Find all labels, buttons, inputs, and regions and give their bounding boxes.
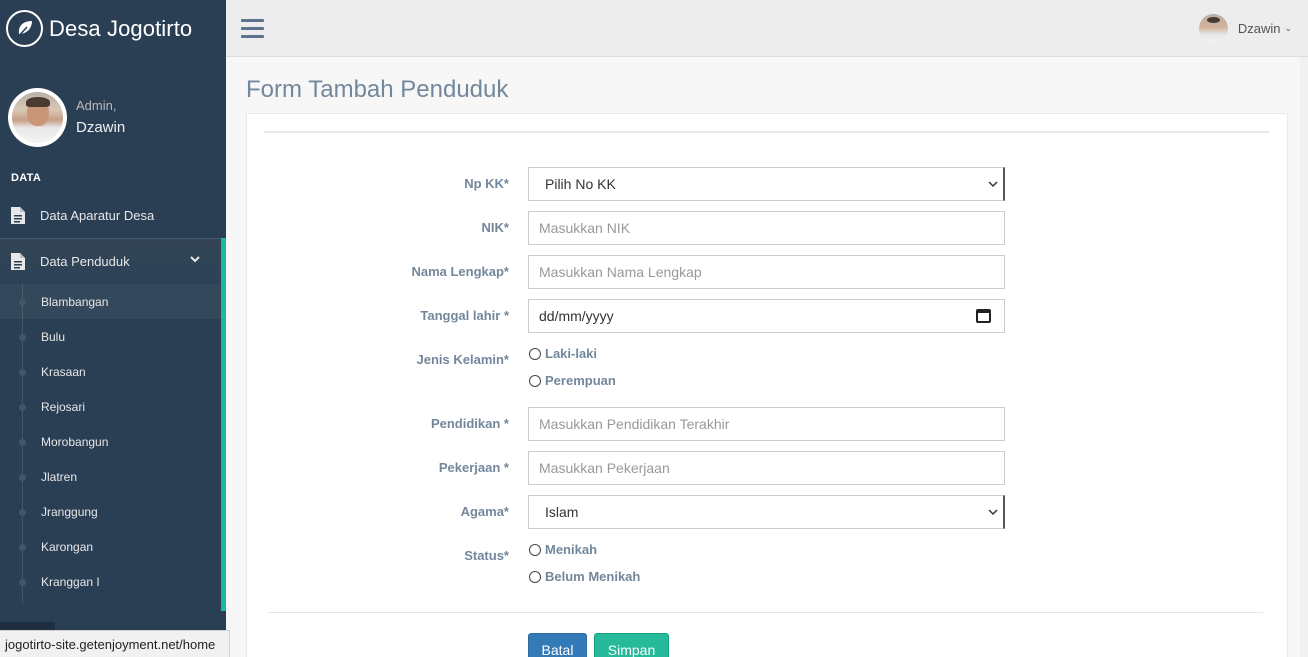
- radio-laki-laki[interactable]: Laki-laki: [529, 346, 597, 361]
- radio-menikah[interactable]: Menikah: [529, 542, 597, 557]
- sidebar-item-label: Data Penduduk: [40, 253, 130, 269]
- no-kk-select[interactable]: Pilih No KK: [528, 167, 1005, 201]
- radio-label: Menikah: [545, 542, 598, 557]
- hamburger-icon[interactable]: [241, 19, 264, 38]
- nama-lengkap-input[interactable]: Masukkan Nama Lengkap: [528, 255, 1005, 289]
- document-icon: [11, 207, 25, 224]
- chevron-down-icon: ⌄: [1284, 23, 1292, 33]
- document-icon: [11, 252, 25, 270]
- nik-input[interactable]: Masukkan NIK: [528, 211, 1005, 245]
- form-panel: Np KK* Pilih No KK NIK* Masukkan NIK Nam…: [246, 113, 1288, 657]
- nama-lengkap-label: Nama Lengkap*: [411, 264, 509, 279]
- agama-value: Islam: [545, 504, 579, 520]
- agama-label: Agama*: [460, 504, 509, 519]
- sidebar-subitem-kranggan-i[interactable]: Kranggan I: [0, 564, 221, 599]
- radio-icon[interactable]: [529, 543, 541, 556]
- panel-divider: [264, 131, 1269, 133]
- status-label: Status*: [464, 548, 509, 563]
- top-nav: Dzawin ⌄: [226, 0, 1308, 57]
- pekerjaan-label: Pekerjaan *: [438, 460, 509, 475]
- pendidikan-label: Pendidikan *: [430, 416, 509, 431]
- cancel-button[interactable]: Batal: [528, 633, 587, 657]
- calendar-icon[interactable]: [976, 309, 991, 323]
- sidebar: Desa Jogotirto Admin, Dzawin DATA Data A…: [0, 0, 226, 657]
- no-kk-label: Np KK*: [464, 176, 509, 191]
- agama-select[interactable]: Islam: [528, 495, 1005, 529]
- sidebar-subitem-morobangun[interactable]: Morobangun: [0, 424, 221, 459]
- sidebar-subitem-jranggung[interactable]: Jranggung: [0, 494, 221, 529]
- profile-name: Dzawin: [76, 119, 126, 136]
- tanggal-lahir-label: Tanggal lahir *: [420, 308, 509, 323]
- user-menu[interactable]: Dzawin ⌄: [1198, 14, 1292, 43]
- sidebar-footer: [0, 622, 55, 630]
- radio-perempuan[interactable]: Perempuan: [529, 373, 616, 388]
- radio-icon[interactable]: [529, 347, 541, 360]
- chevron-down-icon: [988, 181, 998, 188]
- pendidikan-input[interactable]: Masukkan Pendidikan Terakhir: [528, 407, 1005, 441]
- chevron-down-icon: [988, 509, 998, 516]
- leaf-icon: [6, 10, 43, 47]
- user-name: Dzawin: [1237, 21, 1281, 36]
- sidebar-subitem-blambangan[interactable]: Blambangan: [0, 284, 221, 319]
- avatar: [1198, 14, 1228, 43]
- avatar: [8, 87, 67, 147]
- save-button[interactable]: Simpan: [594, 633, 669, 657]
- radio-belum-menikah[interactable]: Belum Menikah: [529, 569, 640, 584]
- radio-label: Perempuan: [545, 373, 616, 388]
- brand-title: Desa Jogotirto: [49, 15, 193, 41]
- sidebar-section-title: DATA: [11, 172, 42, 184]
- pekerjaan-input[interactable]: Masukkan Pekerjaan: [528, 451, 1005, 485]
- submenu-data-penduduk: Blambangan Bulu Krasaan Rejosari Moroban…: [0, 284, 226, 611]
- radio-label: Laki-laki: [545, 346, 598, 361]
- form-divider: [269, 612, 1263, 613]
- page-scrollbar[interactable]: [1300, 57, 1308, 657]
- sidebar-subitem-karongan[interactable]: Karongan: [0, 529, 221, 564]
- sidebar-subitem-jlatren[interactable]: Jlatren: [0, 459, 221, 494]
- profile-welcome: Admin,: [76, 98, 117, 113]
- radio-icon[interactable]: [529, 374, 541, 387]
- jenis-kelamin-label: Jenis Kelamin*: [416, 352, 510, 367]
- sidebar-subitem-krasaan[interactable]: Krasaan: [0, 354, 221, 389]
- tanggal-lahir-input[interactable]: dd/mm/yyyy: [528, 299, 1005, 333]
- chevron-down-icon: [190, 256, 200, 263]
- browser-status-url: jogotirto-site.getenjoyment.net/home: [0, 630, 230, 657]
- sidebar-item-data-penduduk[interactable]: Data Penduduk: [0, 238, 226, 284]
- radio-icon[interactable]: [529, 570, 541, 583]
- sidebar-item-label: Data Aparatur Desa: [40, 208, 155, 223]
- brand[interactable]: Desa Jogotirto: [0, 0, 226, 57]
- sidebar-subitem-rejosari[interactable]: Rejosari: [0, 389, 221, 424]
- nik-label: NIK*: [481, 220, 509, 235]
- radio-label: Belum Menikah: [545, 569, 641, 584]
- tanggal-lahir-value: dd/mm/yyyy: [539, 308, 614, 324]
- sidebar-item-data-aparatur-desa[interactable]: Data Aparatur Desa: [0, 193, 226, 238]
- no-kk-value: Pilih No KK: [545, 176, 616, 192]
- sidebar-subitem-bulu[interactable]: Bulu: [0, 319, 221, 354]
- profile: Admin, Dzawin: [0, 57, 226, 157]
- page-title: Form Tambah Penduduk: [246, 76, 509, 103]
